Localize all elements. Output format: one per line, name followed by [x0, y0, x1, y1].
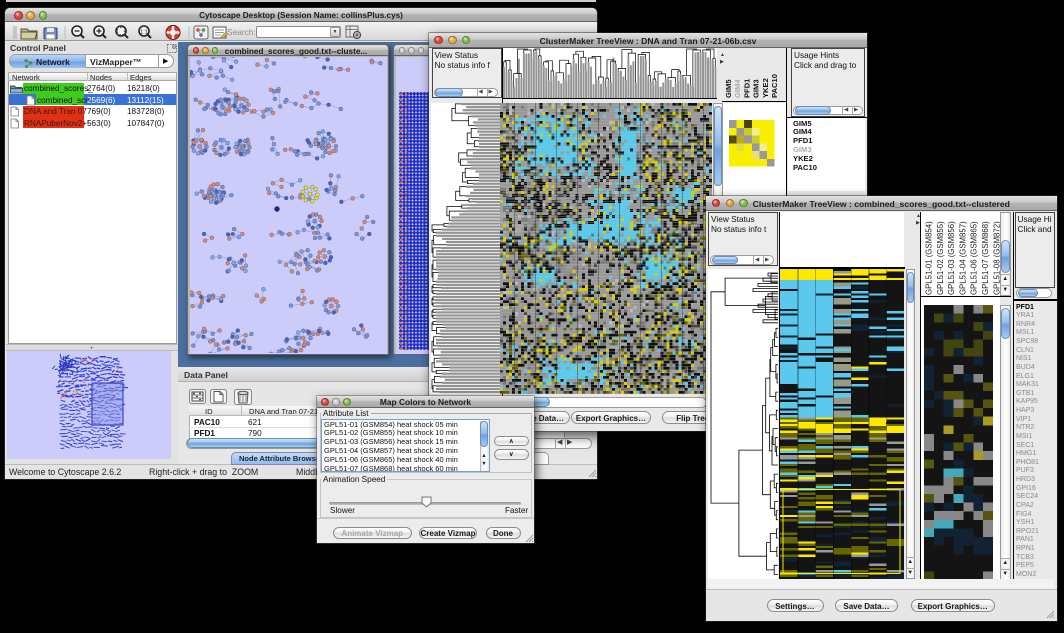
svg-text:GIM3: GIM3 — [752, 79, 761, 98]
svg-text:PAC10: PAC10 — [770, 74, 779, 98]
svg-text:1:1: 1:1 — [140, 30, 148, 36]
svg-text:GIM5: GIM5 — [724, 79, 733, 98]
svg-text:PFD1: PFD1 — [742, 78, 751, 98]
svg-text:GIM4: GIM4 — [733, 79, 742, 98]
svg-text:YKE2: YKE2 — [761, 78, 770, 98]
